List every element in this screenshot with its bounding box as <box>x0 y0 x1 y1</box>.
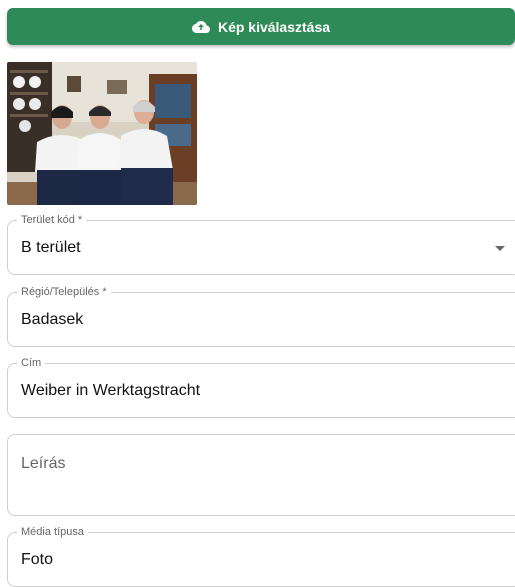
media-type-select[interactable]: Média típusa Foto <box>7 526 515 587</box>
cloud-upload-icon <box>191 20 210 33</box>
region-value: Badasek <box>21 311 84 328</box>
dropdown-arrow-icon[interactable] <box>495 246 505 251</box>
select-image-button[interactable]: Kép kiválasztása <box>7 8 515 45</box>
region-label: Régió/Település * <box>17 286 111 298</box>
select-image-label: Kép kiválasztása <box>217 18 331 35</box>
media-type-value: Foto <box>21 551 54 568</box>
selected-image-preview <box>7 62 197 205</box>
title-value: Weiber in Werktagstracht <box>21 382 201 399</box>
area-code-label: Terület kód * <box>17 214 87 226</box>
title-label: Cím <box>17 357 46 369</box>
description-field[interactable]: Leírás <box>7 434 515 516</box>
title-field[interactable]: Cím Weiber in Werktagstracht <box>7 357 515 418</box>
description-placeholder: Leírás <box>21 455 66 472</box>
media-type-label: Média típusa <box>17 526 88 538</box>
area-code-select[interactable]: Terület kód * B terület <box>7 214 515 275</box>
region-field[interactable]: Régió/Település * Badasek <box>7 286 515 347</box>
area-code-value: B terület <box>21 239 81 256</box>
